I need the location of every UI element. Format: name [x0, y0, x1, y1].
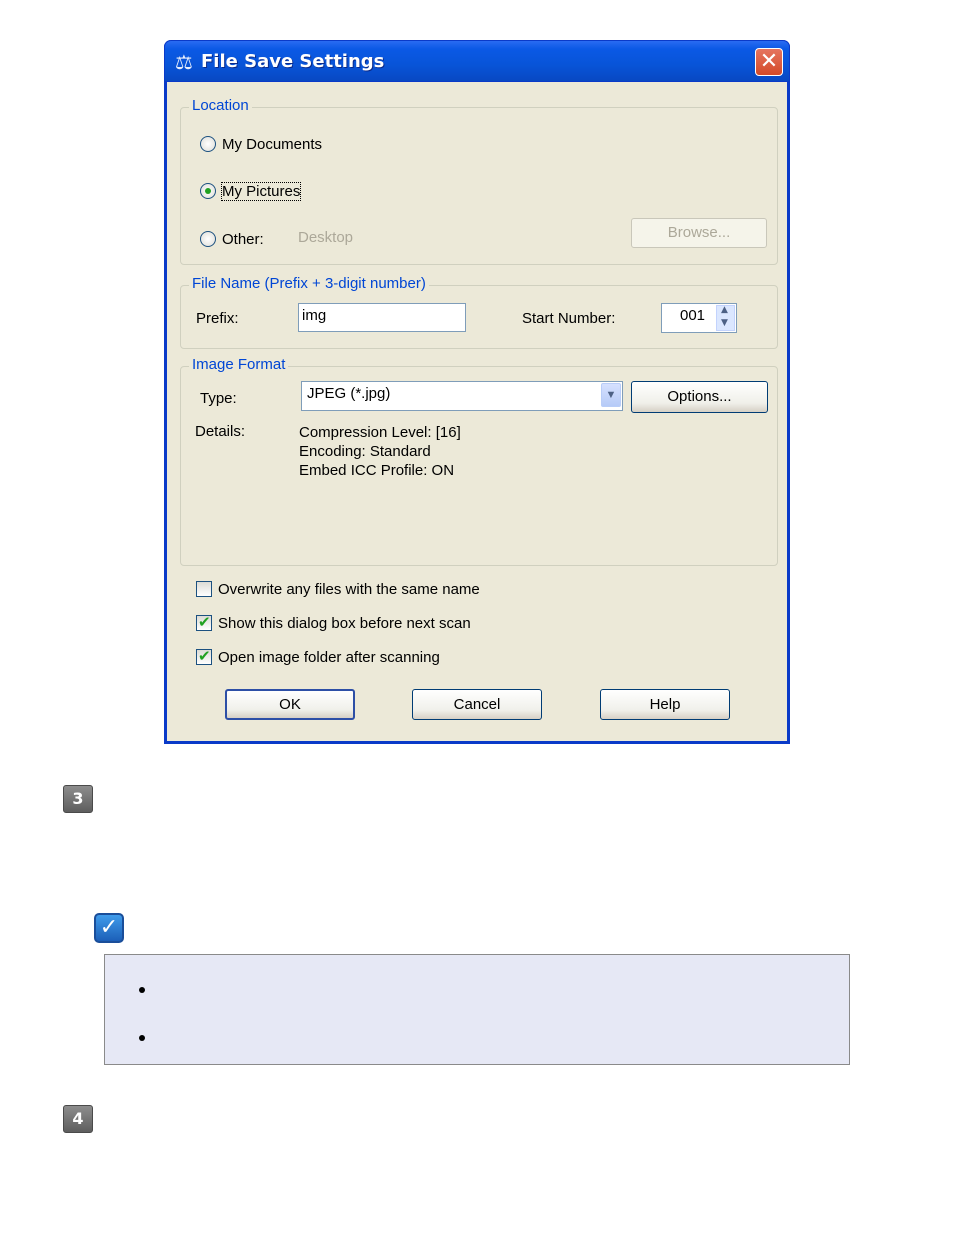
checkmark-icon: ✔ — [198, 647, 211, 665]
open-folder-label[interactable]: Open image folder after scanning — [218, 649, 440, 666]
prefix-label: Prefix: — [196, 310, 239, 327]
checkmark-icon: ✔ — [198, 613, 211, 631]
location-group-title: Location — [189, 97, 252, 114]
app-icon: ⚖ — [175, 50, 193, 74]
details-compression: Compression Level: [16] — [299, 424, 461, 441]
start-number-spinner[interactable]: ▲ ▼ — [716, 305, 735, 331]
dialog-title: File Save Settings — [201, 51, 385, 72]
close-button[interactable]: ✕ — [755, 48, 783, 76]
chevron-down-icon[interactable]: ▼ — [601, 383, 621, 407]
overwrite-label[interactable]: Overwrite any files with the same name — [218, 581, 480, 598]
open-folder-checkbox[interactable]: ✔ — [196, 647, 212, 665]
note-bullet-2 — [139, 1035, 145, 1041]
note-bullet-1 — [139, 987, 145, 993]
details-label: Details: — [195, 423, 246, 440]
radio-my-pictures[interactable] — [200, 183, 216, 199]
file-save-settings-dialog: ⚖ File Save Settings ✕ Location My Docum… — [164, 40, 790, 744]
show-dialog-checkbox[interactable]: ✔ — [196, 613, 212, 631]
radio-my-documents-label[interactable]: My Documents — [222, 136, 322, 153]
details-icc: Embed ICC Profile: ON — [299, 462, 455, 479]
other-path-text: Desktop — [298, 229, 354, 246]
ok-button[interactable]: OK — [225, 689, 355, 720]
spin-up-icon[interactable]: ▲ — [721, 305, 728, 315]
show-dialog-label[interactable]: Show this dialog box before next scan — [218, 615, 471, 632]
spin-down-icon[interactable]: ▼ — [721, 318, 728, 328]
details-list: Compression Level: [16] Encoding: Standa… — [299, 423, 461, 480]
title-bar[interactable]: ⚖ File Save Settings ✕ — [164, 40, 790, 82]
type-label: Type: — [200, 390, 237, 407]
radio-other[interactable] — [200, 231, 216, 247]
radio-my-documents[interactable] — [200, 136, 216, 152]
note-box — [104, 954, 850, 1065]
browse-button[interactable]: Browse... — [631, 218, 767, 248]
image-format-group-title: Image Format — [189, 356, 289, 373]
radio-my-pictures-label[interactable]: My Pictures — [220, 182, 302, 201]
step-3-badge: 3 — [63, 785, 93, 813]
file-name-group-title: File Name (Prefix + 3-digit number) — [189, 275, 429, 292]
details-encoding: Encoding: Standard — [299, 443, 431, 460]
radio-other-label[interactable]: Other: — [222, 231, 264, 248]
cancel-button[interactable]: Cancel — [412, 689, 542, 720]
start-number-label: Start Number: — [522, 310, 616, 327]
step-4-badge: 4 — [63, 1105, 93, 1133]
check-icon: ✓ — [94, 913, 124, 943]
type-select-value: JPEG (*.jpg) — [307, 385, 391, 402]
close-icon: ✕ — [759, 49, 779, 74]
overwrite-checkbox[interactable] — [196, 581, 212, 597]
prefix-input[interactable]: img — [298, 303, 466, 332]
help-button[interactable]: Help — [600, 689, 730, 720]
type-select[interactable]: JPEG (*.jpg) ▼ — [301, 381, 623, 411]
options-button[interactable]: Options... — [631, 381, 768, 413]
